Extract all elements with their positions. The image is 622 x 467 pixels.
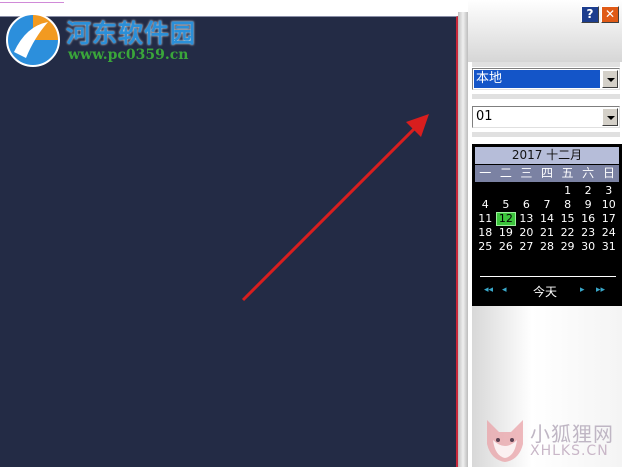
calendar-weekdays: 一 二 三 四 五 六 日 — [475, 165, 619, 182]
source-select[interactable]: 本地 — [472, 68, 620, 90]
calendar-day[interactable]: 8 — [557, 198, 578, 212]
divider — [472, 94, 620, 99]
calendar-divider — [480, 276, 616, 277]
weekday-label: 五 — [561, 166, 574, 180]
watermark-bottom-url: XHLKS.CN — [530, 443, 609, 459]
calendar-day[interactable]: 11 — [475, 212, 496, 226]
calendar-day[interactable]: 5 — [496, 198, 517, 212]
weekday-label: 一 — [479, 166, 492, 180]
calendar-day[interactable]: 15 — [557, 212, 578, 226]
calendar-day[interactable]: 25 — [475, 240, 496, 254]
calendar-day[interactable]: 26 — [496, 240, 517, 254]
calendar-day[interactable]: 18 — [475, 226, 496, 240]
divider — [472, 62, 620, 67]
channel-select-value: 01 — [476, 109, 493, 124]
calendar-day[interactable]: 21 — [537, 226, 558, 240]
calendar-day[interactable]: 16 — [578, 212, 599, 226]
calendar-day[interactable]: 6 — [516, 198, 537, 212]
calendar-day[interactable]: 30 — [578, 240, 599, 254]
calendar-day[interactable]: 1 — [557, 184, 578, 198]
calendar-day[interactable]: 12 — [495, 212, 517, 226]
calendar-day[interactable]: 29 — [557, 240, 578, 254]
close-button[interactable]: ✕ — [601, 6, 619, 23]
calendar-day[interactable]: 28 — [537, 240, 558, 254]
calendar-day[interactable]: 4 — [475, 198, 496, 212]
calendar-day[interactable]: 3 — [598, 184, 619, 198]
calendar-days-grid: 1 2 3 4 5 6 7 8 9 10 11 12 13 14 15 16 17 18 19 20 21 22 23 24 2… — [475, 184, 619, 254]
calendar-day[interactable]: 24 — [598, 226, 619, 240]
calendar-day[interactable]: 17 — [598, 212, 619, 226]
calendar-day[interactable]: 19 — [496, 226, 517, 240]
calendar-day[interactable]: 31 — [598, 240, 619, 254]
channel-select[interactable]: 01 — [472, 106, 620, 128]
chevron-down-icon[interactable] — [602, 108, 618, 126]
prev-year-icon[interactable]: ◂◂ — [484, 285, 493, 295]
today-button[interactable]: 今天 — [522, 283, 568, 300]
chevron-down-icon[interactable] — [602, 70, 618, 88]
divider — [472, 132, 620, 137]
calendar-day[interactable]: 7 — [537, 198, 558, 212]
weekday-label: 六 — [582, 166, 595, 180]
calendar-day[interactable]: 27 — [516, 240, 537, 254]
calendar-day-empty — [496, 184, 517, 198]
calendar-day[interactable]: 20 — [516, 226, 537, 240]
calendar-day[interactable]: 9 — [578, 198, 599, 212]
calendar-day-empty — [516, 184, 537, 198]
calendar-day[interactable]: 13 — [516, 212, 537, 226]
calendar-day[interactable]: 10 — [598, 198, 619, 212]
panel-header: ? ✕ — [468, 0, 622, 62]
red-arrow-annotation — [241, 114, 429, 302]
calendar-day-empty — [475, 184, 496, 198]
weekday-label: 日 — [602, 166, 615, 180]
calendar-month-title: 2017 十二月 — [475, 147, 619, 164]
weekday-label: 三 — [520, 166, 533, 180]
weekday-label: 四 — [540, 166, 553, 180]
next-year-icon[interactable]: ▸▸ — [596, 285, 605, 295]
calendar: 2017 十二月 一 二 三 四 五 六 日 1 2 3 4 5 6 7 8 9 10 11 12 13… — [472, 144, 622, 306]
next-month-icon[interactable]: ▸ — [580, 285, 585, 295]
calendar-day-empty — [537, 184, 558, 198]
calendar-day[interactable]: 14 — [537, 212, 558, 226]
help-button[interactable]: ? — [581, 6, 599, 23]
calendar-day[interactable]: 23 — [578, 226, 599, 240]
control-panel: ? ✕ 本地 01 2017 十二月 一 二 三 四 五 六 日 1234567… — [468, 0, 622, 467]
calendar-day[interactable]: 22 — [557, 226, 578, 240]
weekday-label: 二 — [499, 166, 512, 180]
calendar-day[interactable]: 2 — [578, 184, 599, 198]
prev-month-icon[interactable]: ◂ — [502, 285, 507, 295]
source-select-value: 本地 — [474, 70, 600, 88]
fox-logo-icon — [487, 420, 523, 462]
